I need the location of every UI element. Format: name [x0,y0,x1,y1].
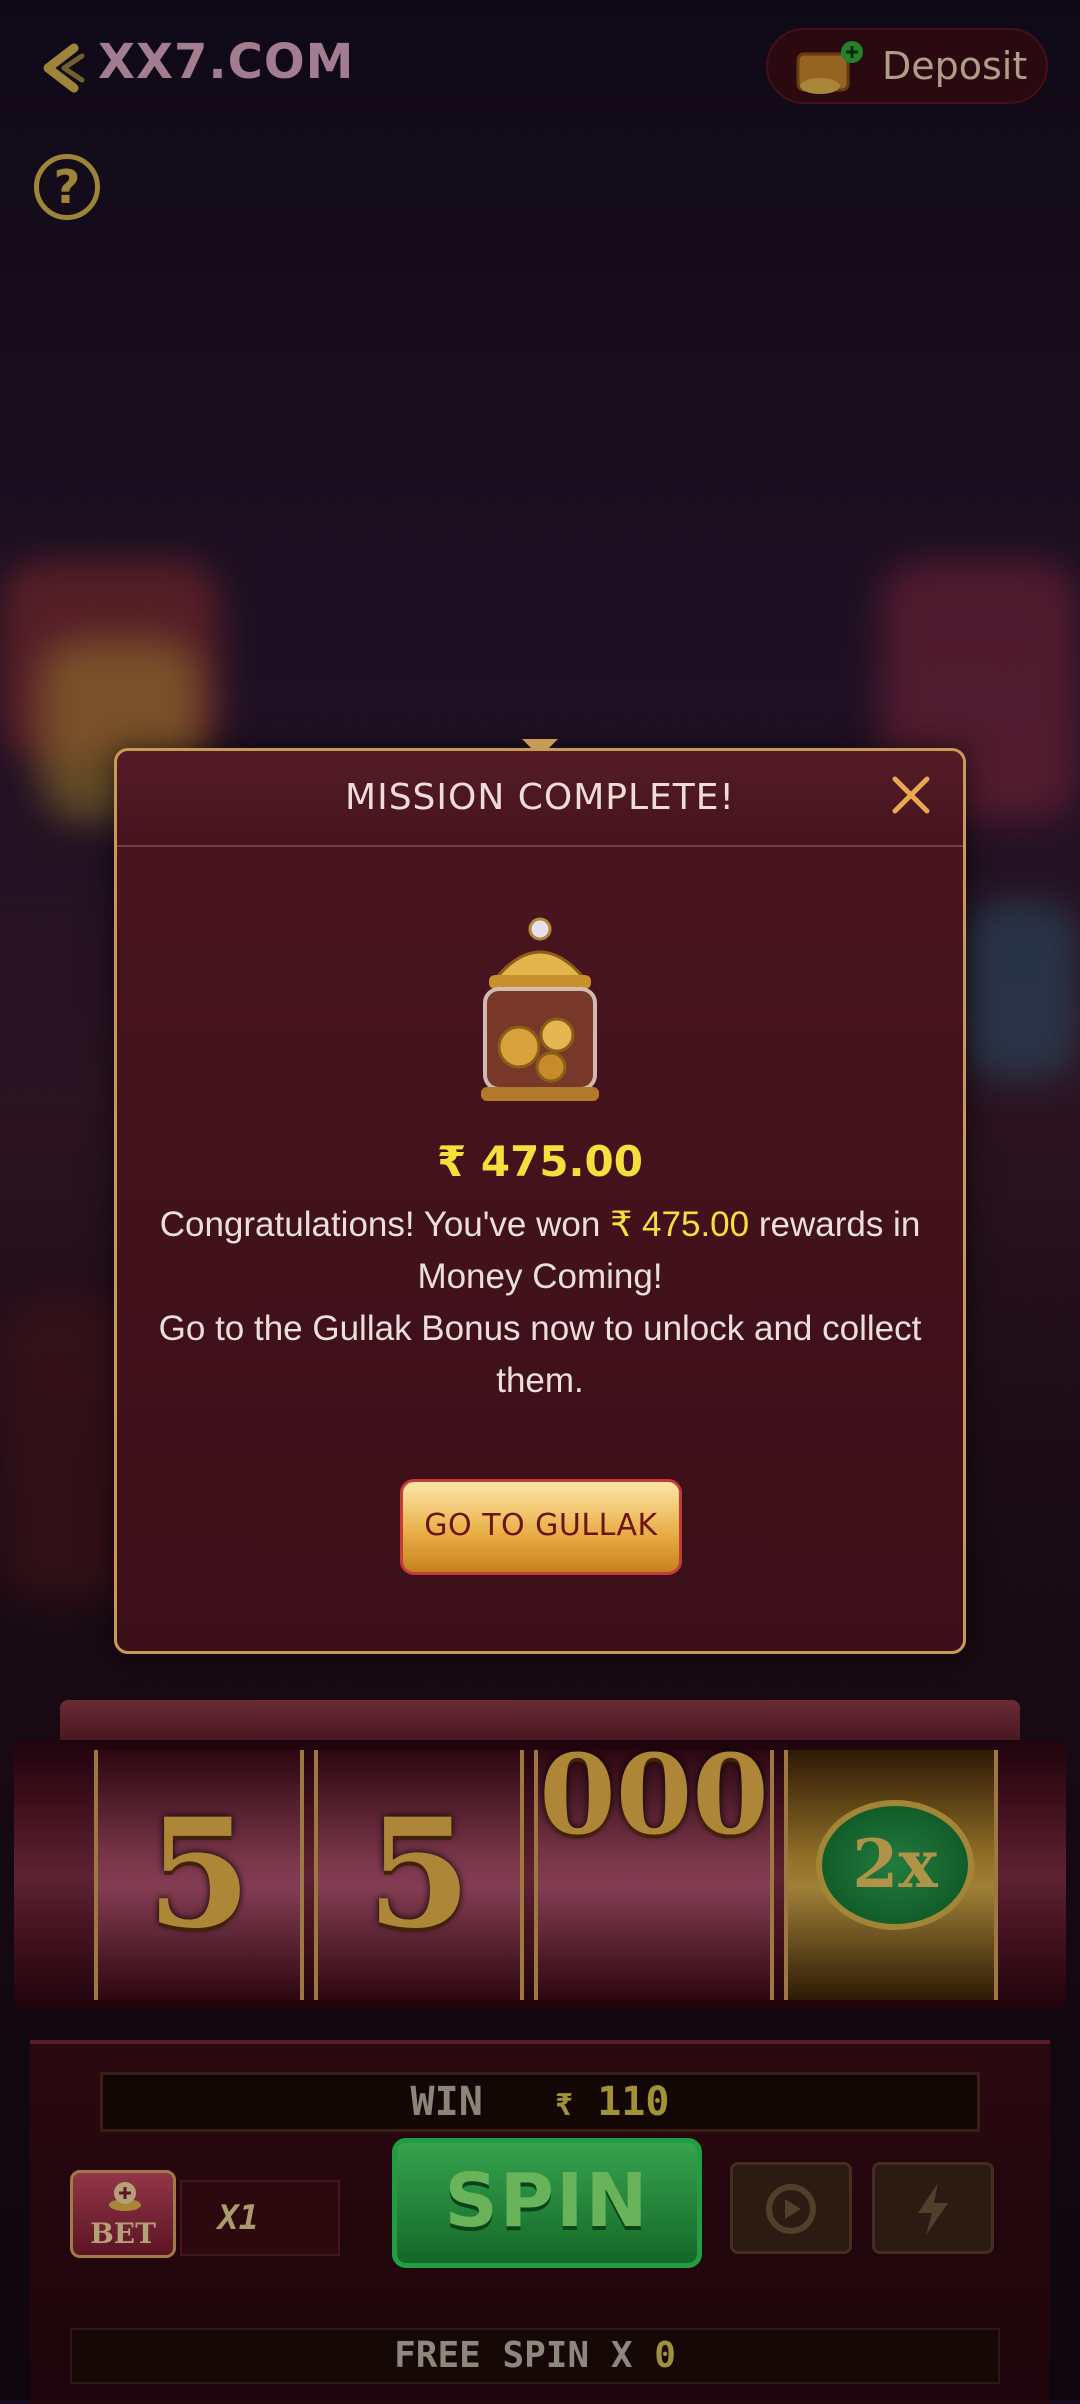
message-instruction: Go to the Gullak Bonus now to unlock and… [158,1309,922,1400]
reward-message: Congratulations! You've won ₹ 475.00 rew… [157,1199,923,1407]
dialog-title: MISSION COMPLETE! [345,777,735,818]
gullak-jar-icon [481,917,599,1101]
close-icon[interactable] [889,773,933,817]
dialog-header: MISSION COMPLETE! [117,751,963,847]
reward-amount: ₹ 475.00 [437,1137,643,1186]
go-to-gullak-button[interactable]: GO TO GULLAK [400,1479,682,1575]
message-prefix: Congratulations! You've won [159,1205,611,1244]
message-amount: ₹ 475.00 [610,1205,750,1244]
mission-complete-dialog: MISSION COMPLETE! ₹ 475.00 Congratulatio… [114,739,966,1654]
